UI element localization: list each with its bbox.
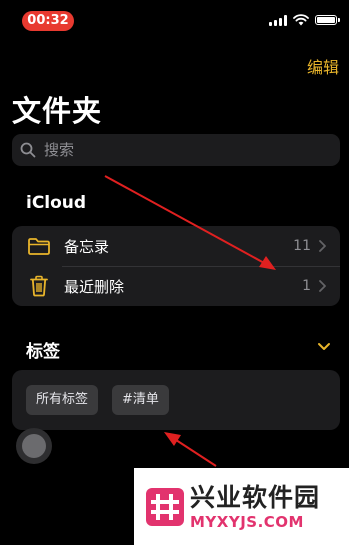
watermark: 兴业软件园 MYXYJS.COM: [134, 468, 349, 545]
chevron-right-icon: [319, 280, 326, 292]
search-icon: [20, 142, 36, 158]
section-title-tags: 标签: [26, 342, 60, 362]
folder-label: 备忘录: [64, 237, 110, 256]
trash-icon: [26, 274, 52, 298]
folder-list: 备忘录 11 最近删除 1: [12, 226, 340, 306]
chevron-down-icon[interactable]: [317, 342, 331, 351]
assistive-touch-button[interactable]: [16, 428, 52, 464]
assistive-touch-icon: [22, 434, 46, 458]
battery-icon: [315, 15, 340, 25]
cellular-signal-icon: [269, 14, 287, 26]
wifi-icon: [293, 14, 309, 26]
folder-row-recently-deleted[interactable]: 最近删除 1: [12, 266, 340, 306]
watermark-url: MYXYJS.COM: [190, 512, 304, 531]
page-title: 文件夹: [12, 94, 103, 128]
search-input[interactable]: [42, 140, 326, 160]
folder-label: 最近删除: [64, 277, 125, 296]
watermark-name: 兴业软件园: [190, 482, 321, 512]
status-icons: [269, 14, 340, 26]
status-bar: 00:32: [0, 0, 349, 40]
tag-chip-all-tags[interactable]: 所有标签: [26, 385, 99, 415]
chevron-right-icon: [319, 240, 326, 252]
tags-panel: 所有标签 #清单: [12, 370, 340, 430]
folder-count: 1: [302, 278, 311, 294]
folder-icon: [26, 234, 52, 258]
folder-row-notes[interactable]: 备忘录 11: [12, 226, 340, 266]
brand-logo-icon: [146, 487, 184, 526]
folder-count: 11: [293, 238, 311, 254]
search-bar[interactable]: [12, 134, 340, 166]
status-time: 00:32: [22, 11, 74, 31]
annotation-arrow-bottom: [164, 432, 217, 467]
edit-button[interactable]: 编辑: [307, 54, 339, 78]
tag-chip-checklist[interactable]: #清单: [112, 385, 169, 415]
section-title-icloud: iCloud: [26, 193, 87, 213]
